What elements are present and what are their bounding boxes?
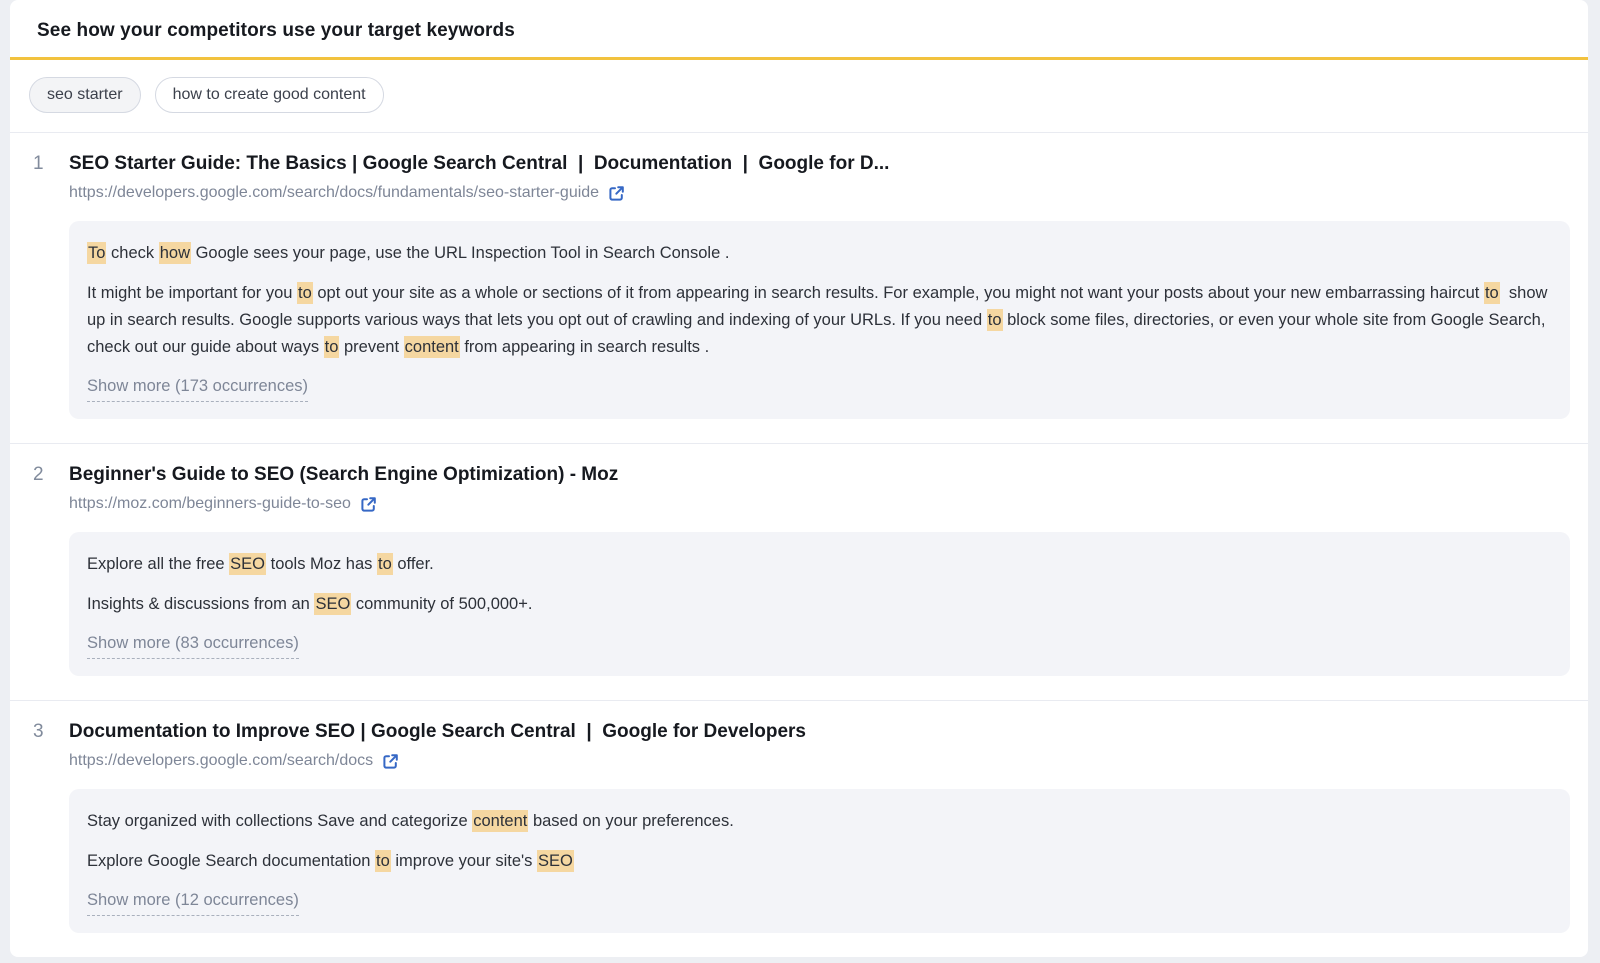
snippet-paragraphs: To check how Google sees your page, use … <box>87 240 1548 361</box>
competitor-keywords-card: See how your competitors use your target… <box>10 0 1588 957</box>
external-link-icon[interactable] <box>360 496 377 513</box>
external-link-icon[interactable] <box>608 185 625 202</box>
result-item: 2 Beginner's Guide to SEO (Search Engine… <box>10 443 1588 700</box>
snippet-paragraph: Insights & discussions from an SEO commu… <box>87 591 1548 618</box>
keyword-highlight: to <box>987 309 1003 331</box>
snippet-paragraph: To check how Google sees your page, use … <box>87 240 1548 267</box>
keyword-highlight: SEO <box>537 850 574 872</box>
result-title: SEO Starter Guide: The Basics | Google S… <box>69 151 1570 177</box>
keyword-chips-row: seo starter how to create good content <box>10 60 1588 132</box>
show-more-link[interactable]: Show more (173 occurrences) <box>87 375 308 402</box>
snippet-paragraph: Explore all the free SEO tools Moz has t… <box>87 551 1548 578</box>
result-rank: 1 <box>33 151 69 419</box>
result-url: https://developers.google.com/search/doc… <box>69 750 373 772</box>
keyword-highlight: to <box>375 850 391 872</box>
results-list: 1 SEO Starter Guide: The Basics | Google… <box>10 133 1588 957</box>
result-url: https://moz.com/beginners-guide-to-seo <box>69 493 351 515</box>
keyword-highlight: SEO <box>229 553 266 575</box>
snippet-paragraphs: Explore all the free SEO tools Moz has t… <box>87 551 1548 618</box>
keyword-highlight: to <box>297 282 313 304</box>
show-more-link[interactable]: Show more (83 occurrences) <box>87 632 299 659</box>
keyword-highlight: to <box>324 336 340 358</box>
result-rank: 3 <box>33 719 69 933</box>
snippet-paragraph: Explore Google Search documentation to i… <box>87 848 1548 875</box>
result-title: Documentation to Improve SEO | Google Se… <box>69 719 1570 745</box>
page-title: See how your competitors use your target… <box>10 0 1588 57</box>
keyword-highlight: content <box>472 810 528 832</box>
snippet-paragraph: It might be important for you to opt out… <box>87 280 1548 361</box>
result-item: 3 Documentation to Improve SEO | Google … <box>10 700 1588 957</box>
external-link-icon[interactable] <box>382 753 399 770</box>
keyword-highlight: content <box>404 336 460 358</box>
keyword-highlight: to <box>1484 282 1500 304</box>
result-rank: 2 <box>33 462 69 676</box>
keyword-highlight: to <box>377 553 393 575</box>
show-more-link[interactable]: Show more (12 occurrences) <box>87 889 299 916</box>
snippet-box: Stay organized with collections Save and… <box>69 789 1570 933</box>
keyword-chip[interactable]: seo starter <box>29 77 141 113</box>
snippet-paragraphs: Stay organized with collections Save and… <box>87 808 1548 875</box>
keyword-highlight: To <box>87 242 106 264</box>
page-background: See how your competitors use your target… <box>0 0 1600 963</box>
snippet-paragraph: Stay organized with collections Save and… <box>87 808 1548 835</box>
result-item: 1 SEO Starter Guide: The Basics | Google… <box>10 133 1588 443</box>
keyword-highlight: SEO <box>314 593 351 615</box>
result-url: https://developers.google.com/search/doc… <box>69 182 599 204</box>
snippet-box: To check how Google sees your page, use … <box>69 221 1570 419</box>
snippet-box: Explore all the free SEO tools Moz has t… <box>69 532 1570 676</box>
keyword-chip[interactable]: how to create good content <box>155 77 384 113</box>
keyword-highlight: how <box>159 242 191 264</box>
result-title: Beginner's Guide to SEO (Search Engine O… <box>69 462 1570 488</box>
